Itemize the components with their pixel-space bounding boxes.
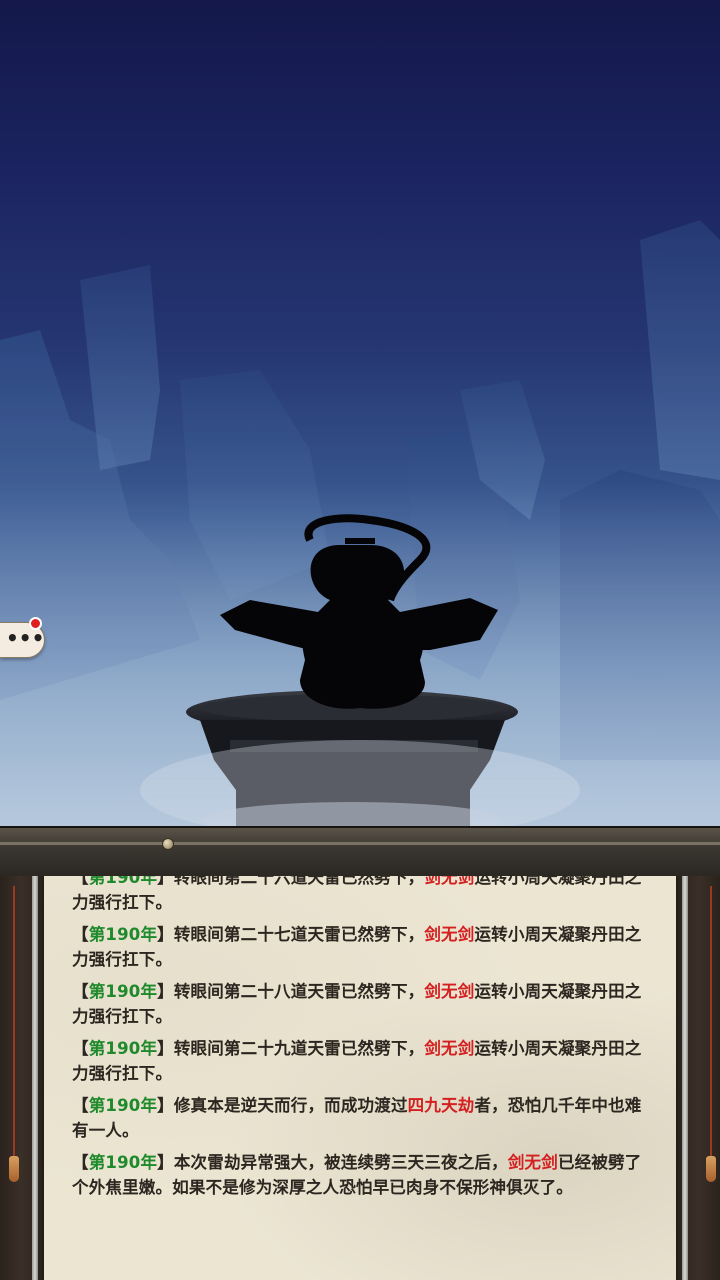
- rod-knob: [162, 838, 174, 850]
- bracket-close: 】: [157, 876, 174, 887]
- log-entry-highlight: 四九天劫: [407, 1096, 475, 1115]
- log-frame: 【第190年】转眼间第二十六道天雷已然劈下，剑无剑运转小周天凝聚丹田之力强行扛下…: [0, 876, 720, 1280]
- log-entry-year: 第190年: [88, 1096, 158, 1115]
- bracket-close: 】: [157, 1153, 174, 1172]
- bracket-open: 【: [72, 982, 89, 1001]
- speech-bubble-ellipsis-icon: •••: [6, 626, 45, 650]
- bracket-close: 】: [157, 925, 174, 944]
- log-entry-year: 第190年: [88, 1153, 158, 1172]
- bracket-open: 【: [72, 1153, 89, 1172]
- log-entry-text: 转眼间第二十七道天雷已然劈下，: [173, 925, 425, 944]
- log-entry: 【第190年】修真本是逆天而行，而成功渡过四九天劫者，恐怕几千年中也难有一人。: [72, 1094, 652, 1143]
- log-entry-text: 修真本是逆天而行，而成功渡过: [173, 1096, 408, 1115]
- bracket-open: 【: [72, 925, 89, 944]
- scene-art: [0, 220, 720, 860]
- bracket-close: 】: [157, 982, 174, 1001]
- bracket-close: 】: [157, 1096, 174, 1115]
- log-entry-text: 转眼间第二十六道天雷已然劈下，: [173, 876, 425, 887]
- frame-edge-right: [682, 876, 688, 1280]
- event-log-panel[interactable]: 【第190年】转眼间第二十六道天雷已然劈下，剑无剑运转小周天凝聚丹田之力强行扛下…: [44, 876, 676, 1280]
- log-entry: 【第190年】转眼间第二十七道天雷已然劈下，剑无剑运转小周天凝聚丹田之力强行扛下…: [72, 923, 652, 972]
- tassel-right: [706, 886, 716, 1186]
- log-entry-year: 第190年: [88, 876, 158, 887]
- log-entry-text: 转眼间第二十九道天雷已然劈下，: [173, 1039, 425, 1058]
- log-entry: 【第190年】转眼间第二十九道天雷已然劈下，剑无剑运转小周天凝聚丹田之力强行扛下…: [72, 1037, 652, 1086]
- log-entry-year: 第190年: [88, 925, 158, 944]
- cultivation-scene: [0, 0, 720, 860]
- scroll-rod: [0, 826, 720, 880]
- event-log: 【第190年】转眼间第二十六道天雷已然劈下，剑无剑运转小周天凝聚丹田之力强行扛下…: [72, 876, 652, 1208]
- log-entry-highlight: 剑无剑: [507, 1153, 558, 1172]
- log-entry-highlight: 剑无剑: [424, 876, 475, 887]
- log-entry: 【第190年】转眼间第二十八道天雷已然劈下，剑无剑运转小周天凝聚丹田之力强行扛下…: [72, 980, 652, 1029]
- notification-badge: [29, 617, 42, 630]
- bracket-close: 】: [157, 1039, 174, 1058]
- log-entry-text: 本次雷劫异常强大，被连续劈三天三夜之后，: [173, 1153, 508, 1172]
- bracket-open: 【: [72, 1039, 89, 1058]
- log-entry-text: 转眼间第二十八道天雷已然劈下，: [173, 982, 425, 1001]
- frame-edge-left: [32, 876, 38, 1280]
- log-entry: 【第190年】本次雷劫异常强大，被连续劈三天三夜之后，剑无剑已经被劈了个外焦里嫩…: [72, 1151, 652, 1200]
- log-entry-highlight: 剑无剑: [424, 925, 475, 944]
- log-entry-highlight: 剑无剑: [424, 1039, 475, 1058]
- bracket-open: 【: [72, 1096, 89, 1115]
- log-entry-highlight: 剑无剑: [424, 982, 475, 1001]
- tassel-left: [9, 886, 19, 1186]
- log-entry-year: 第190年: [88, 982, 158, 1001]
- log-entry: 【第190年】转眼间第二十六道天雷已然劈下，剑无剑运转小周天凝聚丹田之力强行扛下…: [72, 876, 652, 915]
- log-entry-year: 第190年: [88, 1039, 158, 1058]
- bracket-open: 【: [72, 876, 89, 887]
- chat-button[interactable]: •••: [0, 617, 45, 658]
